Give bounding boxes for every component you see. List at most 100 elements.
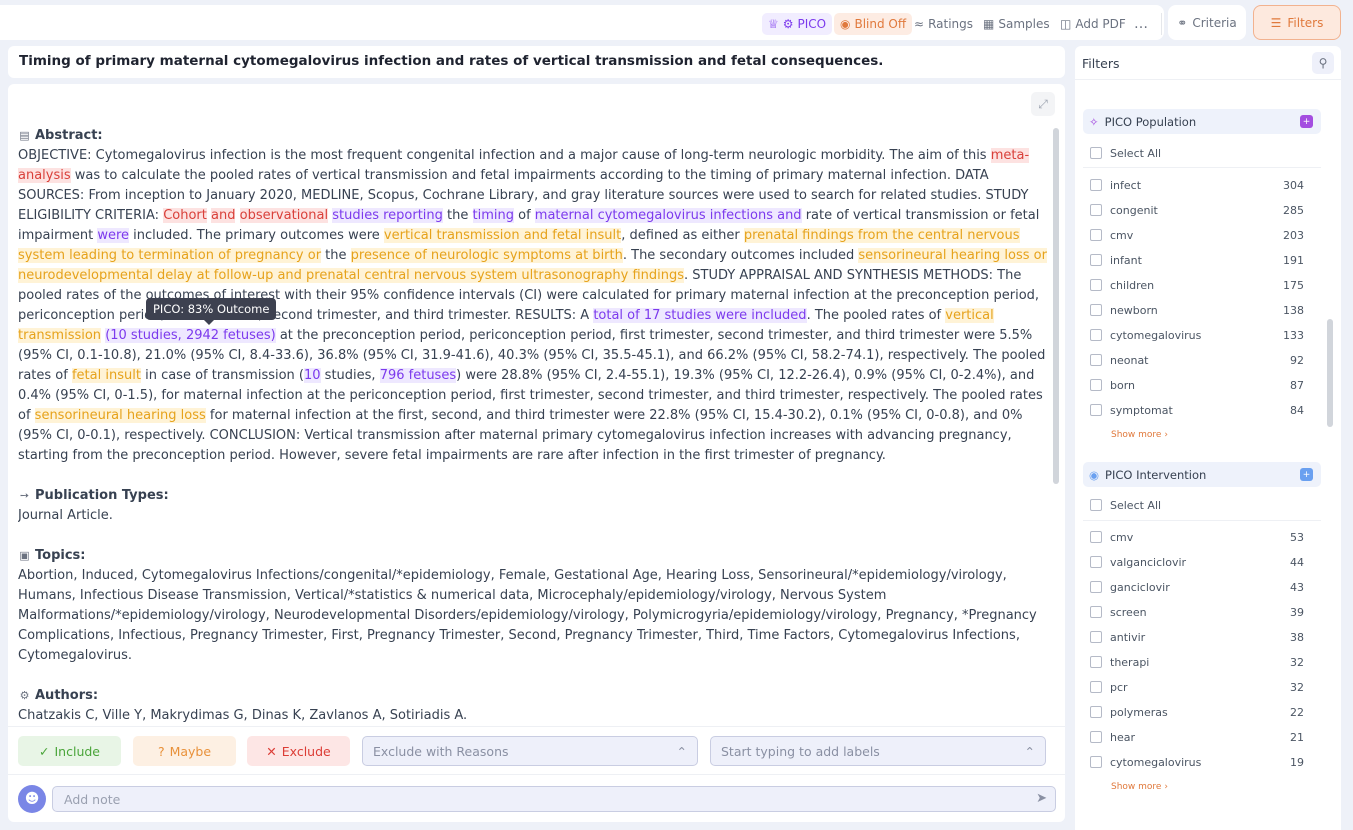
checkbox[interactable] (1090, 147, 1102, 159)
checkbox[interactable] (1090, 531, 1102, 543)
population-filter-item[interactable]: cmv 203 (1090, 225, 1304, 245)
exclude-button[interactable]: ✕ Exclude (247, 736, 350, 766)
population-filter-item[interactable]: infect 304 (1090, 175, 1304, 195)
intervention-filter-item[interactable]: pcr 32 (1090, 677, 1304, 697)
checkbox[interactable] (1090, 229, 1102, 241)
pico-highlight[interactable]: timing (472, 208, 514, 223)
checkbox[interactable] (1090, 279, 1102, 291)
pico-highlight[interactable]: were (97, 228, 130, 243)
population-filter-item[interactable]: newborn 138 (1090, 300, 1304, 320)
samples-button[interactable]: ▦ Samples (983, 13, 1050, 35)
filters-panel-header: Filters ⚲ (1075, 46, 1341, 80)
intervention-filter-item[interactable]: hear 21 (1090, 727, 1304, 747)
population-filter-item[interactable]: congenit 285 (1090, 200, 1304, 220)
checkbox[interactable] (1090, 329, 1102, 341)
population-toggle-icon[interactable]: + (1300, 115, 1313, 128)
content-scrollbar[interactable] (1053, 128, 1059, 484)
checkbox[interactable] (1090, 354, 1102, 366)
checkbox[interactable] (1090, 706, 1102, 718)
checkbox[interactable] (1090, 731, 1102, 743)
include-button[interactable]: ✓ Include (18, 736, 121, 766)
authors-heading: ⚙ Authors: (18, 686, 1048, 706)
intervention-show-more[interactable]: Show more › (1111, 782, 1168, 792)
expand-icon[interactable]: ⤢ (1031, 92, 1055, 116)
maybe-button[interactable]: ? Maybe (133, 736, 236, 766)
ratings-icon: ≈ (914, 17, 925, 31)
labels-placeholder: Start typing to add labels (721, 743, 880, 759)
checkbox[interactable] (1090, 379, 1102, 391)
pico-highlight[interactable]: 796 fetuses (379, 368, 457, 383)
blind-toggle[interactable]: ◉ Blind Off (834, 13, 913, 35)
exclude-reasons-select[interactable]: Exclude with Reasons ⌃ (362, 736, 698, 766)
filter-count: 32 (1290, 680, 1304, 694)
checkbox[interactable] (1090, 681, 1102, 693)
intervention-filter-item[interactable]: screen 39 (1090, 602, 1304, 622)
checkbox[interactable] (1090, 304, 1102, 316)
pico-intervention-group[interactable]: ◉ PICO Intervention + (1083, 462, 1321, 487)
intervention-filter-item[interactable]: therapi 32 (1090, 652, 1304, 672)
checkbox[interactable] (1090, 656, 1102, 668)
filter-count: 191 (1283, 253, 1304, 267)
checkbox[interactable] (1090, 499, 1102, 511)
population-filter-item[interactable]: neonat 92 (1090, 350, 1304, 370)
criteria-button[interactable]: ⚭ Criteria (1168, 5, 1246, 40)
pico-population-group[interactable]: ✧ PICO Population + (1083, 109, 1321, 134)
authors-label: Authors: (35, 688, 99, 703)
add-pdf-button[interactable]: ◫ Add PDF (1060, 13, 1126, 35)
population-select-all[interactable]: Select All (1090, 143, 1304, 163)
intervention-filter-item[interactable]: valganciclovir 44 (1090, 552, 1304, 572)
intervention-toggle-icon[interactable]: + (1300, 468, 1313, 481)
note-input[interactable]: Add note ➤ (52, 786, 1056, 812)
filters-scrollbar[interactable] (1327, 319, 1333, 427)
checkbox[interactable] (1090, 756, 1102, 768)
pico-highlight[interactable]: vertical transmission and fetal insult (383, 228, 622, 243)
search-icon[interactable]: ⚲ (1312, 52, 1334, 74)
intervention-filter-item[interactable]: cmv 53 (1090, 527, 1304, 547)
checkbox[interactable] (1090, 404, 1102, 416)
abstract-segment: in case of transmission ( (140, 368, 304, 383)
abstract-segment (235, 208, 239, 223)
filter-count: 304 (1283, 178, 1304, 192)
pico-highlight[interactable]: observational (239, 208, 329, 223)
population-filter-item[interactable]: symptomat 84 (1090, 400, 1304, 420)
pico-highlight[interactable]: studies reporting (332, 208, 443, 223)
pico-highlight[interactable]: Cohort (163, 208, 207, 223)
send-icon[interactable]: ➤ (1036, 791, 1047, 806)
checkbox[interactable] (1090, 606, 1102, 618)
population-filter-item[interactable]: born 87 (1090, 375, 1304, 395)
labels-select[interactable]: Start typing to add labels ⌃ (710, 736, 1046, 766)
pico-highlight[interactable]: (10 studies, 2942 fetuses) (105, 328, 276, 343)
pico-highlight[interactable]: 10 (304, 368, 321, 383)
pico-population-title: PICO Population (1104, 114, 1197, 129)
ratings-button[interactable]: ≈ Ratings (914, 13, 973, 35)
intervention-select-all[interactable]: Select All (1090, 495, 1304, 515)
population-filter-item[interactable]: children 175 (1090, 275, 1304, 295)
population-filter-item[interactable]: cytomegalovirus 133 (1090, 325, 1304, 345)
pico-highlight[interactable]: presence of neurologic symptoms at birth (350, 248, 623, 263)
intervention-filter-item[interactable]: polymeras 22 (1090, 702, 1304, 722)
intervention-filter-item[interactable]: ganciclovir 43 (1090, 577, 1304, 597)
population-show-more[interactable]: Show more › (1111, 430, 1168, 440)
checkbox[interactable] (1090, 581, 1102, 593)
chevron-up-icon: ⌃ (676, 743, 687, 759)
pico-highlight[interactable]: fetal insult (71, 368, 141, 383)
filters-button[interactable]: ☰ Filters (1253, 5, 1341, 40)
intervention-filter-item[interactable]: cytomegalovirus 19 (1090, 752, 1304, 772)
checkbox[interactable] (1090, 254, 1102, 266)
pico-highlight[interactable]: and (211, 208, 236, 223)
more-options-icon[interactable]: … (1134, 13, 1149, 35)
intervention-filter-item[interactable]: antivir 38 (1090, 627, 1304, 647)
pico-highlight[interactable]: sensorineural hearing loss (34, 408, 206, 423)
filter-term: therapi (1110, 655, 1150, 669)
population-filter-item[interactable]: infant 191 (1090, 250, 1304, 270)
checkbox[interactable] (1090, 179, 1102, 191)
filter-count: 44 (1290, 555, 1304, 569)
checkbox[interactable] (1090, 204, 1102, 216)
note-placeholder: Add note (64, 792, 121, 807)
pico-toggle[interactable]: ♕ ⚙ PICO (762, 13, 833, 35)
article-card: ⤢ ▤ Abstract: OBJECTIVE: Cytomegalovirus… (8, 84, 1065, 822)
pico-highlight[interactable]: total of 17 studies were included (593, 308, 807, 323)
pico-highlight[interactable]: maternal cytomegalovirus infections and (534, 208, 802, 223)
checkbox[interactable] (1090, 556, 1102, 568)
checkbox[interactable] (1090, 631, 1102, 643)
